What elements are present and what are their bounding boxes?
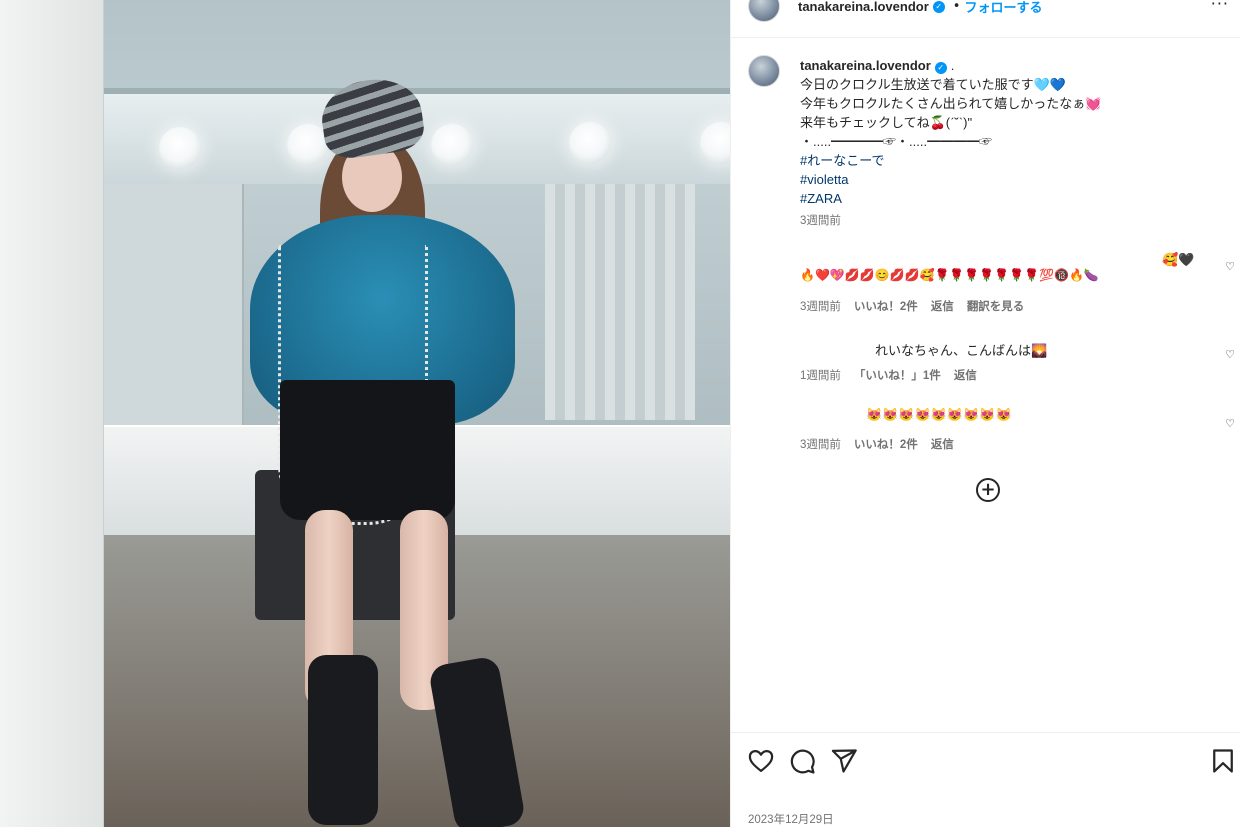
comment-icon[interactable] [788, 747, 816, 775]
avatar[interactable] [748, 55, 780, 87]
translate-button[interactable]: 翻訳を見る [967, 298, 1025, 314]
caption-line: 今年もクロクルたくさん出られて嬉しかったなぁ💓 [800, 96, 1102, 111]
share-icon[interactable] [830, 747, 858, 775]
comment-likes[interactable]: 「いいね！」1件 [854, 367, 941, 383]
heart-icon[interactable] [747, 747, 775, 775]
black-skirt [280, 380, 455, 520]
hashtag-link[interactable]: #ZARA [800, 189, 1220, 208]
username-link[interactable]: tanakareina.lovendor [800, 58, 931, 73]
follow-button[interactable]: フォローする [964, 0, 1042, 16]
bookmark-icon[interactable] [1209, 747, 1237, 775]
comment-like-heart-icon[interactable]: ♡ [1225, 260, 1235, 273]
light-bulb [569, 122, 611, 164]
comment-like-heart-icon[interactable]: ♡ [1225, 417, 1235, 430]
left-wall [0, 0, 104, 827]
comment-time[interactable]: 1週間前 [800, 367, 841, 383]
leg-warmer [308, 655, 378, 825]
reply-button[interactable]: 返信 [954, 367, 977, 383]
caption-header-line: tanakareina.lovendor ✓. [800, 56, 1220, 75]
post-photo[interactable] [0, 0, 730, 827]
comment-text: 😻😻😻😻😻😻😻😻😻 [866, 407, 1012, 422]
comment-like-heart-icon[interactable]: ♡ [1225, 348, 1235, 361]
comment-text: 🔥❤️💖💋💋😊💋💋🥰🌹🌹🌹🌹🌹🌹🌹💯🔞🔥🍆 [800, 268, 1099, 282]
verified-badge-icon: ✓ [934, 62, 947, 74]
hashtag-link[interactable]: #れーなこーで [800, 151, 1220, 170]
load-more-comments-button[interactable]: + [976, 478, 1000, 502]
more-options-icon[interactable]: ··· [1211, 0, 1229, 13]
caption-time[interactable]: 3週間前 [800, 212, 1220, 231]
caption-line: 来年もチェックしてね🍒(ˊ˘ˋ)" [800, 115, 973, 130]
curtain [545, 180, 695, 420]
verified-badge-icon: ✓ [932, 0, 945, 13]
comment-meta: 3週間前 いいね！2件 返信 翻訳を見る [800, 298, 1024, 314]
comment-time[interactable]: 3週間前 [800, 298, 841, 314]
caption-line: 今日のクロクル生放送で着ていた服です🩵💙 [800, 77, 1066, 92]
post-header: tanakareina.lovendor ✓ • フォローする ··· [731, 0, 1240, 38]
hashtag-link[interactable]: #violetta [800, 170, 1220, 189]
comment-likes[interactable]: いいね！2件 [854, 436, 918, 452]
light-bulb [159, 127, 201, 169]
caption-body: tanakareina.lovendor ✓. 今日のクロクル生放送で着ていた服で… [800, 56, 1220, 231]
post-details-panel: tanakareina.lovendor ✓ • フォローする ··· tana… [730, 0, 1240, 827]
reply-button[interactable]: 返信 [931, 298, 954, 314]
door [104, 180, 244, 430]
light-bulb [700, 122, 730, 164]
header-line: tanakareina.lovendor ✓ • フォローする [798, 0, 1042, 16]
comment-meta: 3週間前 いいね！2件 返信 [800, 436, 954, 452]
knit-hat [317, 73, 427, 162]
username-link[interactable]: tanakareina.lovendor [798, 0, 929, 14]
action-bar: 2023年12月29日 [731, 732, 1240, 827]
reply-button[interactable]: 返信 [931, 436, 954, 452]
comment-text: れいなちゃん、こんばんは🌄 [875, 343, 1048, 358]
caption-punct: . [950, 58, 955, 73]
comment-time[interactable]: 3週間前 [800, 436, 841, 452]
post-date[interactable]: 2023年12月29日 [748, 811, 834, 827]
avatar[interactable] [748, 0, 780, 22]
comment-meta: 1週間前 「いいね！」1件 返信 [800, 367, 977, 383]
separator: • [952, 0, 961, 14]
person [250, 73, 527, 827]
comment-likes[interactable]: いいね！2件 [854, 298, 918, 314]
caption-line: ・.....━━━━☞・.....━━━━☞ [800, 134, 993, 149]
leg-warmer [427, 655, 527, 827]
comment-text-extra: 🥰🖤 [1162, 252, 1195, 267]
